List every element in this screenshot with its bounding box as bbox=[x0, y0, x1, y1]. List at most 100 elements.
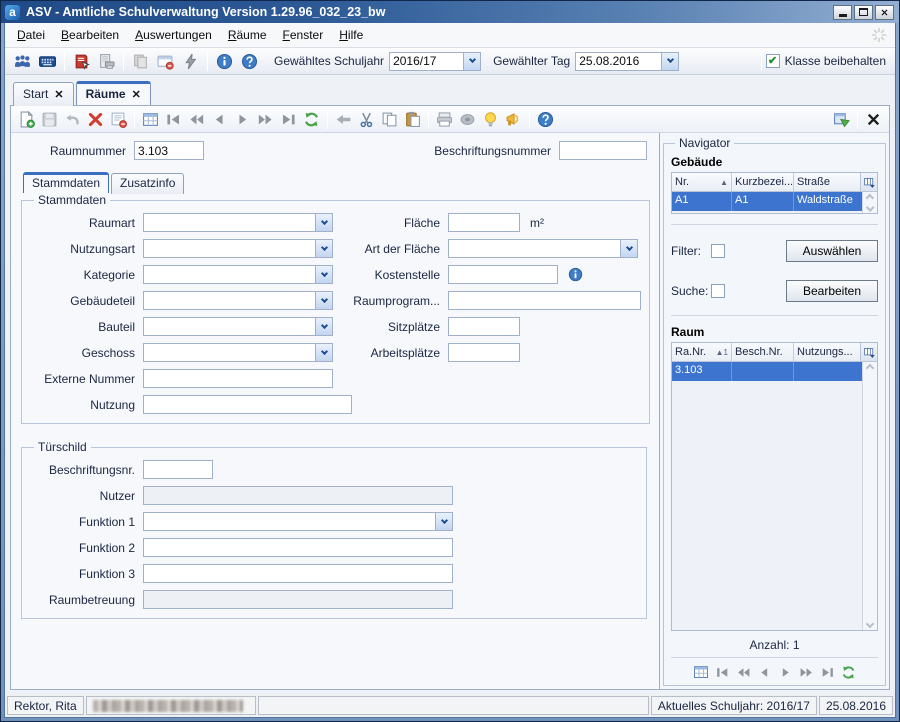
table-icon[interactable] bbox=[693, 664, 709, 680]
scroll-up-icon[interactable] bbox=[866, 364, 874, 372]
raumnummer-input[interactable] bbox=[134, 141, 204, 160]
help-button[interactable] bbox=[237, 50, 262, 73]
raum-row-selected[interactable]: 3.103 bbox=[672, 362, 862, 381]
gebaeude-row-selected[interactable]: A1 A1 Waldstraße bbox=[672, 192, 862, 211]
paste-button[interactable] bbox=[401, 108, 424, 131]
chevron-down-icon[interactable] bbox=[315, 292, 332, 309]
nutzungsart-combobox[interactable] bbox=[143, 239, 333, 258]
back-button[interactable] bbox=[332, 108, 355, 131]
subtab-zusatzinfo[interactable]: Zusatzinfo bbox=[111, 173, 184, 194]
minimize-button[interactable] bbox=[833, 5, 852, 20]
previous-record-button[interactable] bbox=[208, 108, 231, 131]
title-bar[interactable]: a ASV - Amtliche Schulverwaltung Version… bbox=[1, 1, 899, 23]
students-module-button[interactable] bbox=[10, 50, 35, 73]
chevron-down-icon[interactable] bbox=[315, 240, 332, 257]
tab-raeume[interactable]: Räume ✕ bbox=[76, 81, 151, 105]
reports-button[interactable] bbox=[69, 50, 94, 73]
arbeitsplaetze-input[interactable] bbox=[448, 343, 520, 362]
menu-raeume[interactable]: Räume bbox=[220, 25, 275, 45]
flaeche-input[interactable] bbox=[448, 213, 520, 232]
next-icon[interactable] bbox=[778, 665, 793, 680]
column-header-strasse[interactable]: Straße bbox=[794, 173, 860, 191]
kostenstelle-input[interactable] bbox=[448, 265, 558, 284]
funktion-2-input[interactable] bbox=[143, 538, 453, 557]
schuljahr-input[interactable] bbox=[390, 53, 463, 70]
klasse-beibehalten-checkbox[interactable]: ✔ bbox=[766, 54, 780, 68]
sitzplaetze-input[interactable] bbox=[448, 317, 520, 336]
funktion-3-input[interactable] bbox=[143, 564, 453, 583]
maximize-button[interactable] bbox=[854, 5, 873, 20]
subtab-stammdaten[interactable]: Stammdaten bbox=[23, 172, 109, 193]
chevron-down-icon[interactable] bbox=[620, 240, 637, 257]
menu-fenster[interactable]: Fenster bbox=[275, 25, 332, 45]
print-list-button[interactable] bbox=[94, 50, 119, 73]
tag-combobox[interactable] bbox=[575, 52, 679, 71]
geschoss-combobox[interactable] bbox=[143, 343, 333, 362]
column-header-nr[interactable]: Nr.▲ bbox=[672, 173, 732, 191]
refresh-icon[interactable] bbox=[841, 665, 856, 680]
previous-icon[interactable] bbox=[757, 665, 772, 680]
chevron-down-icon[interactable] bbox=[315, 266, 332, 283]
scroll-down-icon[interactable] bbox=[866, 620, 874, 628]
new-record-button[interactable] bbox=[15, 108, 38, 131]
menu-auswertungen[interactable]: Auswertungen bbox=[127, 25, 220, 45]
bauteil-combobox[interactable] bbox=[143, 317, 333, 336]
art-der-flaeche-input[interactable] bbox=[449, 240, 620, 257]
info-button[interactable] bbox=[212, 50, 237, 73]
gebaeudeteil-combobox[interactable] bbox=[143, 291, 333, 310]
context-help-button[interactable] bbox=[534, 108, 557, 131]
chevron-down-icon[interactable] bbox=[463, 53, 480, 70]
beschriftungsnummer-input[interactable] bbox=[559, 141, 647, 160]
raum-scrollbar[interactable] bbox=[862, 362, 877, 630]
kategorie-input[interactable] bbox=[144, 266, 315, 283]
chevron-down-icon[interactable] bbox=[315, 214, 332, 231]
first-icon[interactable] bbox=[715, 665, 730, 680]
last-icon[interactable] bbox=[820, 665, 835, 680]
art-der-flaeche-combobox[interactable] bbox=[448, 239, 638, 258]
funktion-1-combobox[interactable] bbox=[143, 512, 453, 531]
column-picker-button[interactable] bbox=[860, 343, 877, 361]
fast-backward-icon[interactable] bbox=[736, 665, 751, 680]
fast-forward-icon[interactable] bbox=[799, 665, 814, 680]
tab-close-icon[interactable]: ✕ bbox=[132, 88, 141, 101]
column-picker-button[interactable] bbox=[860, 173, 877, 191]
tab-close-icon[interactable]: ✕ bbox=[54, 88, 63, 101]
cut-button[interactable] bbox=[355, 108, 378, 131]
column-header-beschnr[interactable]: Besch.Nr. bbox=[732, 343, 794, 361]
first-record-button[interactable] bbox=[162, 108, 185, 131]
raumprogramm-input[interactable] bbox=[448, 291, 641, 310]
nutzung-input[interactable] bbox=[143, 395, 352, 414]
chevron-down-icon[interactable] bbox=[315, 344, 332, 361]
close-window-module-button[interactable] bbox=[153, 50, 178, 73]
record-macro-button[interactable] bbox=[456, 108, 479, 131]
nutzungsart-input[interactable] bbox=[144, 240, 315, 257]
menu-datei[interactable]: Datei bbox=[9, 25, 53, 45]
column-header-nutzungs[interactable]: Nutzungs... bbox=[794, 343, 860, 361]
undo-button[interactable] bbox=[61, 108, 84, 131]
gebaeude-scrollbar[interactable] bbox=[862, 192, 877, 213]
next-record-button[interactable] bbox=[231, 108, 254, 131]
geschoss-input[interactable] bbox=[144, 344, 315, 361]
externe-nummer-input[interactable] bbox=[143, 369, 333, 388]
refresh-button[interactable] bbox=[300, 108, 323, 131]
suche-checkbox[interactable] bbox=[711, 284, 725, 298]
print-button[interactable] bbox=[433, 108, 456, 131]
beschriftungsnr-input[interactable] bbox=[143, 460, 213, 479]
gebaeudeteil-input[interactable] bbox=[144, 292, 315, 309]
save-button[interactable] bbox=[38, 108, 61, 131]
auswaehlen-button[interactable]: Auswählen bbox=[786, 240, 878, 262]
delete-record-button[interactable] bbox=[84, 108, 107, 131]
tip-button[interactable] bbox=[479, 108, 502, 131]
close-view-button[interactable] bbox=[862, 108, 885, 131]
raumart-input[interactable] bbox=[144, 214, 315, 231]
chevron-down-icon[interactable] bbox=[661, 53, 678, 70]
last-record-button[interactable] bbox=[277, 108, 300, 131]
copy-documents-button[interactable] bbox=[128, 50, 153, 73]
filter-checkbox[interactable] bbox=[711, 244, 725, 258]
chevron-down-icon[interactable] bbox=[435, 513, 452, 530]
scroll-down-icon[interactable] bbox=[866, 203, 874, 211]
fast-forward-button[interactable] bbox=[254, 108, 277, 131]
announcement-button[interactable] bbox=[502, 108, 525, 131]
discard-record-button[interactable] bbox=[107, 108, 130, 131]
copy-button[interactable] bbox=[378, 108, 401, 131]
